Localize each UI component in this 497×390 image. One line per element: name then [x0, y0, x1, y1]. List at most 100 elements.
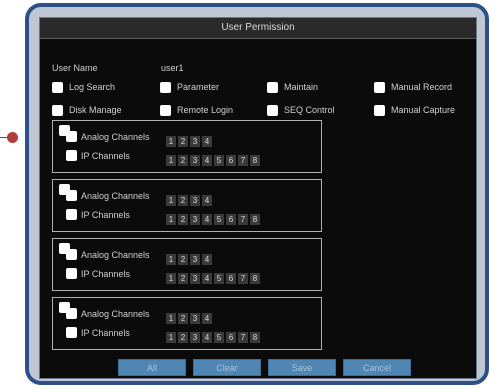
channel-4[interactable]: 4 — [202, 273, 212, 284]
checkbox[interactable] — [66, 190, 77, 201]
ip-channel-buttons: 1 2 3 4 5 6 7 8 — [166, 214, 260, 225]
checkbox[interactable] — [374, 81, 385, 93]
channel-3[interactable]: 3 — [190, 313, 200, 324]
channel-6[interactable]: 6 — [226, 332, 236, 343]
perm-disk-manage[interactable]: Disk Manage — [52, 103, 122, 117]
channel-4[interactable]: 4 — [202, 332, 212, 343]
channel-2[interactable]: 2 — [178, 136, 188, 147]
channel-4[interactable]: 4 — [202, 155, 212, 166]
checkbox[interactable] — [160, 104, 171, 116]
checkbox[interactable] — [374, 104, 385, 116]
ip-channels-row: IP Channels — [66, 209, 165, 220]
channel-5[interactable]: 5 — [214, 332, 224, 343]
channel-8[interactable]: 8 — [250, 273, 260, 284]
channel-2[interactable]: 2 — [178, 273, 188, 284]
perm-parameter[interactable]: Parameter — [160, 80, 219, 94]
channel-4[interactable]: 4 — [202, 195, 212, 206]
channel-8[interactable]: 8 — [250, 214, 260, 225]
save-button[interactable]: Save — [268, 359, 336, 376]
perm-manual-capture[interactable]: Manual Capture — [374, 103, 455, 117]
channel-2[interactable]: 2 — [178, 254, 188, 265]
perm-log-search[interactable]: Log Search — [52, 80, 115, 94]
channel-6[interactable]: 6 — [226, 273, 236, 284]
analog-channels-row: Analog Channels — [66, 190, 165, 201]
channel-4[interactable]: 4 — [202, 254, 212, 265]
channel-3[interactable]: 3 — [190, 155, 200, 166]
user-name-label: User Name — [52, 63, 98, 73]
channel-2[interactable]: 2 — [178, 313, 188, 324]
analog-channels-row: Analog Channels — [66, 308, 165, 319]
perm-label: Manual Capture — [391, 105, 456, 115]
perm-remote-login[interactable]: Remote Login — [160, 103, 233, 117]
perm-label: Parameter — [177, 82, 220, 92]
channel-1[interactable]: 1 — [166, 155, 176, 166]
analog-channels-label: Analog Channels — [81, 249, 150, 260]
channel-2[interactable]: 2 — [178, 195, 188, 206]
ip-channel-buttons: 1 2 3 4 5 6 7 8 — [166, 273, 260, 284]
cancel-button[interactable]: Cancel — [343, 359, 411, 376]
channel-7[interactable]: 7 — [238, 155, 248, 166]
analog-channels-label: Analog Channels — [81, 308, 150, 319]
channel-3[interactable]: 3 — [190, 254, 200, 265]
perm-label: Manual Record — [391, 82, 453, 92]
channel-5[interactable]: 5 — [214, 214, 224, 225]
channel-1[interactable]: 1 — [166, 332, 176, 343]
channel-1[interactable]: 1 — [166, 214, 176, 225]
channel-1[interactable]: 1 — [166, 195, 176, 206]
analog-channel-buttons: 1 2 3 4 — [166, 254, 212, 265]
channel-4[interactable]: 4 — [202, 214, 212, 225]
channel-3[interactable]: 3 — [190, 195, 200, 206]
checkbox[interactable] — [267, 104, 278, 116]
channel-group-4: Analog Channels 1 2 3 4 IP Channels 1 2 … — [52, 297, 322, 350]
channel-6[interactable]: 6 — [226, 155, 236, 166]
checkbox[interactable] — [66, 150, 77, 161]
ip-channels-row: IP Channels — [66, 268, 165, 279]
channel-1[interactable]: 1 — [166, 273, 176, 284]
channel-7[interactable]: 7 — [238, 214, 248, 225]
user-name-row: User Name user1 — [52, 63, 184, 73]
channel-8[interactable]: 8 — [250, 155, 260, 166]
channel-1[interactable]: 1 — [166, 136, 176, 147]
checkbox[interactable] — [66, 249, 77, 260]
checkbox[interactable] — [160, 81, 171, 93]
analog-channels-label: Analog Channels — [81, 190, 150, 201]
ip-channel-buttons: 1 2 3 4 5 6 7 8 — [166, 155, 260, 166]
channel-2[interactable]: 2 — [178, 332, 188, 343]
checkbox[interactable] — [66, 131, 77, 142]
perm-label: SEQ Control — [284, 105, 335, 115]
perm-maintain[interactable]: Maintain — [267, 80, 318, 94]
channel-2[interactable]: 2 — [178, 214, 188, 225]
channel-3[interactable]: 3 — [190, 273, 200, 284]
perm-seq-control[interactable]: SEQ Control — [267, 103, 335, 117]
channel-4[interactable]: 4 — [202, 136, 212, 147]
perm-label: Log Search — [69, 82, 116, 92]
channel-5[interactable]: 5 — [214, 155, 224, 166]
checkbox[interactable] — [66, 268, 77, 279]
channel-8[interactable]: 8 — [250, 332, 260, 343]
perm-manual-record[interactable]: Manual Record — [374, 80, 452, 94]
checkbox[interactable] — [52, 104, 63, 116]
checkbox[interactable] — [66, 327, 77, 338]
channel-7[interactable]: 7 — [238, 332, 248, 343]
channel-3[interactable]: 3 — [190, 136, 200, 147]
channel-group-2: Analog Channels 1 2 3 4 IP Channels 1 2 … — [52, 179, 322, 232]
channel-3[interactable]: 3 — [190, 214, 200, 225]
clear-button[interactable]: Clear — [193, 359, 261, 376]
analog-channels-row: Analog Channels — [66, 249, 165, 260]
checkbox[interactable] — [267, 81, 278, 93]
checkbox[interactable] — [52, 81, 63, 93]
checkbox[interactable] — [66, 209, 77, 220]
channel-4[interactable]: 4 — [202, 313, 212, 324]
ip-channels-row: IP Channels — [66, 327, 165, 338]
channel-5[interactable]: 5 — [214, 273, 224, 284]
channel-1[interactable]: 1 — [166, 313, 176, 324]
channel-3[interactable]: 3 — [190, 332, 200, 343]
all-button[interactable]: All — [118, 359, 186, 376]
channel-6[interactable]: 6 — [226, 214, 236, 225]
channel-1[interactable]: 1 — [166, 254, 176, 265]
perm-label: Remote Login — [177, 105, 234, 115]
checkbox[interactable] — [66, 308, 77, 319]
user-name-value: user1 — [161, 63, 184, 73]
channel-2[interactable]: 2 — [178, 155, 188, 166]
channel-7[interactable]: 7 — [238, 273, 248, 284]
